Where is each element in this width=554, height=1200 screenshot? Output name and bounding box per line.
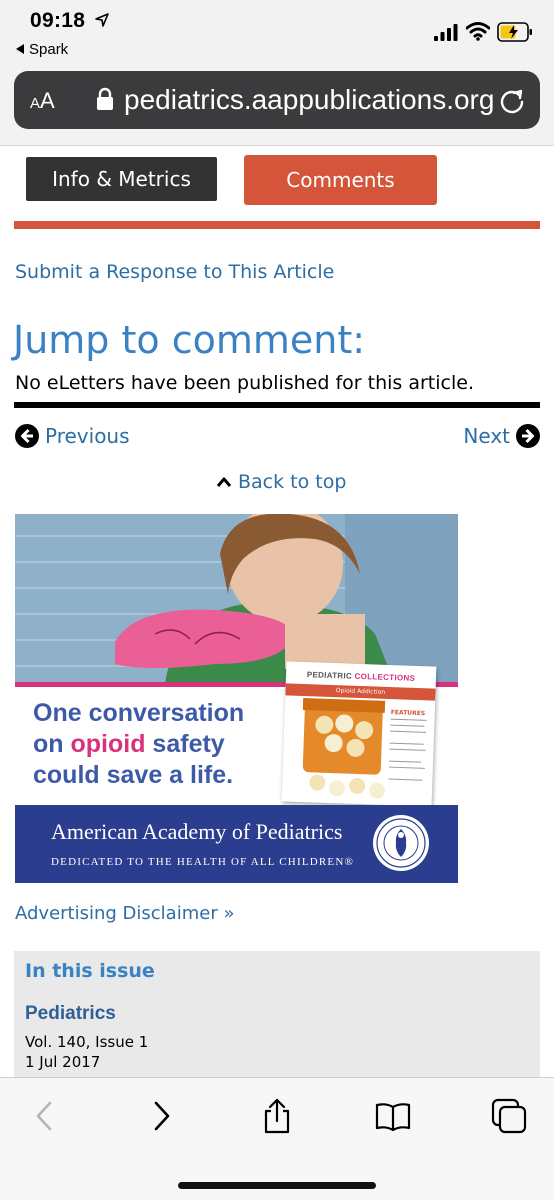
ad-headline-line-3: could save a life.	[33, 761, 234, 789]
issue-volume: Vol. 140, Issue 1	[25, 1033, 149, 1051]
back-to-app[interactable]: Spark	[16, 41, 68, 58]
tab-comments[interactable]: Comments	[244, 155, 437, 205]
back-to-top-label: Back to top	[238, 471, 347, 493]
section-divider	[14, 402, 540, 408]
no-eletters-message: No eLetters have been published for this…	[15, 372, 474, 394]
ad-org-tagline: DEDICATED TO THE HEALTH OF ALL CHILDREN®	[51, 856, 355, 868]
active-tab-rule	[14, 221, 540, 229]
tabs-icon[interactable]	[491, 1098, 527, 1134]
browser-toolbar: AA pediatrics.aappublications.org	[0, 66, 554, 146]
submit-response-link[interactable]: Submit a Response to This Article	[15, 261, 334, 283]
next-link[interactable]: Next	[463, 424, 540, 448]
ad-org-name: American Academy of Pediatrics	[51, 819, 343, 844]
ad-headline-highlight: opioid	[70, 730, 146, 758]
forward-arrow-icon[interactable]	[143, 1098, 179, 1134]
home-indicator[interactable]	[178, 1182, 376, 1189]
ad-photo	[15, 514, 458, 684]
chevron-up-icon	[216, 477, 232, 487]
arrow-right-circle-icon	[516, 424, 540, 448]
advertising-disclaimer-link[interactable]: Advertising Disclaimer »	[15, 903, 234, 924]
text-size-button[interactable]: AA	[30, 88, 55, 114]
ad-journal-cover: PEDIATRIC COLLECTIONS Opioid Addiction F…	[281, 661, 437, 807]
ad-headline-line-1: One conversation	[33, 699, 245, 727]
safari-bottom-toolbar	[0, 1077, 554, 1200]
ad-footer: American Academy of Pediatrics DEDICATED…	[15, 805, 458, 883]
reload-icon[interactable]	[498, 87, 526, 115]
address-bar[interactable]: AA pediatrics.aappublications.org	[14, 71, 540, 129]
next-label: Next	[463, 424, 510, 448]
back-to-top-link[interactable]: Back to top	[216, 471, 346, 493]
back-triangle-icon	[16, 44, 24, 54]
advertisement-banner[interactable]: One conversation on opioid safety could …	[15, 514, 458, 883]
signal-icon	[434, 24, 458, 41]
issue-date: 1 Jul 2017	[25, 1053, 101, 1071]
location-arrow-icon	[95, 13, 109, 27]
bookmarks-icon[interactable]	[375, 1098, 411, 1134]
ad-headline: One conversation on opioid safety could …	[33, 698, 244, 791]
arrow-left-circle-icon	[15, 424, 39, 448]
lock-icon	[97, 87, 113, 110]
battery-charging-icon	[497, 22, 532, 42]
tab-info-metrics[interactable]: Info & Metrics	[26, 157, 217, 201]
jump-to-comment-heading: Jump to comment:	[13, 318, 366, 362]
ad-headline-line-2: on opioid safety	[33, 729, 244, 760]
wifi-icon	[466, 22, 490, 41]
url-text[interactable]: pediatrics.aappublications.org	[124, 84, 496, 116]
share-icon[interactable]	[259, 1098, 295, 1134]
previous-label: Previous	[45, 424, 130, 448]
status-time: 09:18	[30, 9, 86, 32]
ad-headline-post: safety	[145, 730, 225, 758]
pill-bottle-illustration	[302, 698, 427, 799]
ad-headline-pre: on	[33, 730, 71, 758]
in-this-issue-heading: In this issue	[25, 960, 155, 982]
in-this-issue-panel: In this issue Pediatrics Vol. 140, Issue…	[14, 951, 540, 1081]
status-bar: 09:18 Spark	[0, 0, 554, 66]
issue-journal-title[interactable]: Pediatrics	[25, 1003, 116, 1025]
aap-seal-logo	[373, 815, 429, 871]
previous-link[interactable]: Previous	[15, 424, 130, 448]
back-arrow-icon[interactable]	[27, 1098, 63, 1134]
back-app-label: Spark	[29, 41, 69, 58]
